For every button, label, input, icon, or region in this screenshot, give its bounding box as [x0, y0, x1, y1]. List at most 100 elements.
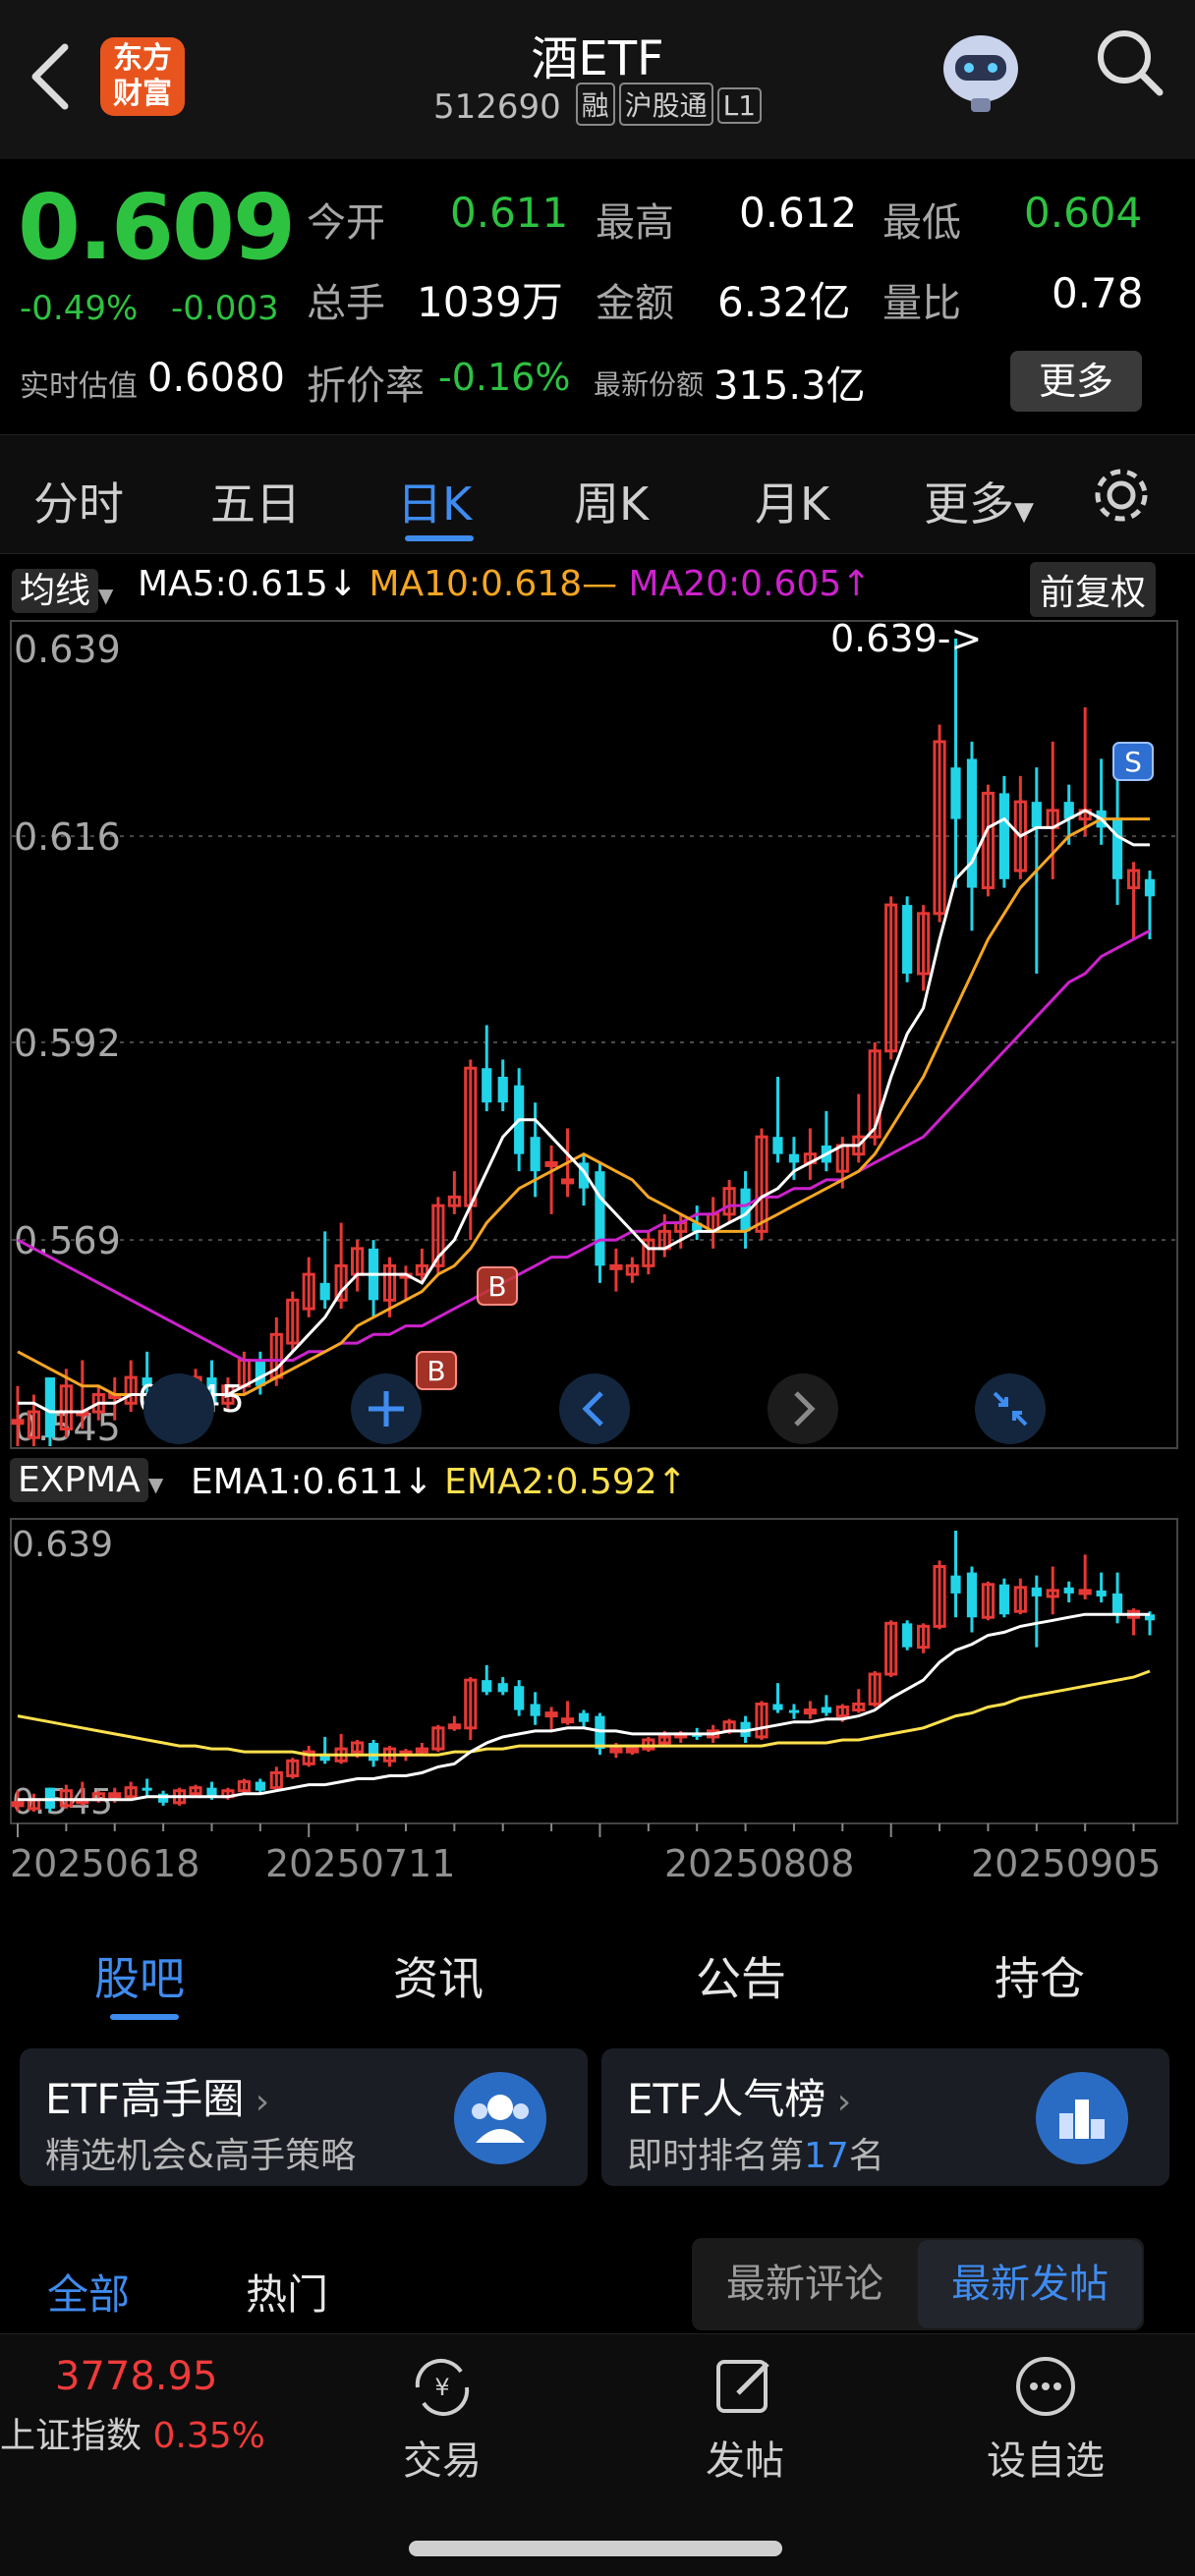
- chart-settings-button[interactable]: [1091, 465, 1152, 530]
- expma-indicator-selector[interactable]: EXPMA ▼: [10, 1458, 164, 1502]
- candle-body: [560, 1178, 575, 1185]
- max-marker-text: 0.639->: [830, 619, 982, 660]
- date-label-4: 20250905: [971, 1842, 1161, 1885]
- y-tick-label: 0.639: [14, 628, 121, 671]
- candle-body: [482, 1068, 492, 1103]
- change-amount: -0.003: [171, 289, 279, 328]
- filter-all[interactable]: 全部: [47, 2262, 130, 2322]
- trade-label: 交易: [403, 2438, 482, 2484]
- chevron-right-icon: ›: [244, 2082, 270, 2122]
- index-ticker[interactable]: 3778.95 上证指数 0.35%: [0, 2354, 285, 2458]
- search-button[interactable]: [1093, 26, 1167, 100]
- candle-body: [950, 767, 961, 819]
- trade-button[interactable]: ¥ 交易: [344, 2354, 541, 2486]
- sub-candle-body: [609, 1747, 623, 1754]
- robot-avatar-icon[interactable]: [932, 18, 1030, 116]
- expma-chart[interactable]: 0.639 0.545 20250618 20250711 20250808 2…: [0, 1517, 1195, 1920]
- home-indicator: [409, 2541, 782, 2556]
- candle-body: [319, 1282, 330, 1301]
- candle-body: [595, 1171, 605, 1266]
- index-value: 3778.95: [55, 2354, 218, 2399]
- tab-monthly-k[interactable]: 月K: [755, 469, 829, 533]
- sub-candle-body: [966, 1572, 978, 1618]
- change-percent: -0.49%: [20, 289, 139, 328]
- shares-label: 最新份额: [594, 368, 705, 401]
- shares-value: 315.3亿: [713, 364, 866, 409]
- ema1-value: EMA1:0.611: [191, 1462, 404, 1502]
- tab-announcements[interactable]: 公告: [696, 1943, 786, 2008]
- tab-weekly-k[interactable]: 周K: [574, 469, 649, 533]
- etf-ranking-subtitle: 即时排名第17名: [627, 2127, 884, 2178]
- chevron-right-icon: ›: [825, 2082, 852, 2122]
- period-tabs: 分时 五日 日K 周K 月K 更多▼: [0, 434, 1195, 554]
- iopv-label: 实时估值: [20, 369, 138, 404]
- tab-news[interactable]: 资讯: [393, 1943, 484, 2008]
- discount-value: -0.16%: [438, 356, 571, 399]
- filter-hot[interactable]: 热门: [246, 2262, 328, 2322]
- search-icon: [1098, 30, 1164, 96]
- max-marker: 0.639->: [830, 619, 982, 660]
- sub-candle-body: [1096, 1590, 1107, 1596]
- amount-label: 金额: [596, 281, 674, 326]
- adjust-button[interactable]: 前复权: [1030, 562, 1157, 617]
- tab-intraday[interactable]: 分时: [33, 469, 124, 533]
- tab-daily-k[interactable]: 日K: [397, 469, 472, 533]
- tab-five-day[interactable]: 五日: [210, 469, 301, 533]
- sub-candle-body: [142, 1787, 152, 1791]
- volume-value: 1039万: [417, 278, 563, 326]
- sell-signal[interactable]: S: [1112, 742, 1154, 781]
- iopv-value: 0.6080: [147, 356, 285, 401]
- sort-latest-comment[interactable]: 最新评论: [694, 2240, 916, 2328]
- candle-body: [788, 1153, 800, 1163]
- community-tab-indicator: [110, 2014, 179, 2020]
- ma10-value: MA10:0.618: [369, 564, 583, 604]
- more-quote-button[interactable]: 更多: [1010, 351, 1142, 412]
- date-label-1: 20250618: [10, 1842, 199, 1885]
- date-ticks: [17, 1823, 1135, 1837]
- post-label: 发帖: [706, 2438, 784, 2484]
- index-name: 上证指数: [0, 2416, 142, 2456]
- sort-latest-post[interactable]: 最新发帖: [918, 2240, 1142, 2328]
- y-tick-label: 0.592: [14, 1022, 121, 1065]
- sub-candle-body: [530, 1704, 541, 1716]
- add-watchlist-label: 设自选: [987, 2438, 1105, 2484]
- caret-down-icon: ▼: [147, 1473, 164, 1496]
- etf-expert-card[interactable]: ETF高手圈 › 精选机会&高手策略: [20, 2048, 588, 2186]
- margin-tag: 融: [575, 83, 615, 126]
- open-label: 今开: [307, 200, 385, 246]
- candle-body: [255, 1360, 265, 1386]
- ma-indicator-selector[interactable]: 均线 ▼: [12, 562, 113, 613]
- index-change-row: 上证指数 0.35%: [0, 2407, 285, 2458]
- sub-candle-body: [514, 1686, 525, 1710]
- sub-candle-body: [368, 1743, 379, 1762]
- candle-body: [772, 1137, 783, 1154]
- candle-body: [497, 1076, 508, 1103]
- etf-ranking-card[interactable]: ETF人气榜 › 即时排名第17名: [601, 2048, 1169, 2186]
- add-watchlist-button[interactable]: 设自选: [947, 2354, 1144, 2486]
- sub-candle-body: [1111, 1593, 1123, 1615]
- high-label: 最高: [596, 200, 674, 246]
- scroll-left-button[interactable]: [559, 1373, 630, 1444]
- collapse-button[interactable]: [975, 1373, 1046, 1444]
- buy-signal-2[interactable]: B: [416, 1351, 457, 1390]
- sub-candle-body: [950, 1575, 961, 1594]
- sub-candle-body: [544, 1711, 558, 1718]
- etf-expert-title: ETF高手圈 ›: [45, 2066, 269, 2126]
- post-button[interactable]: 发帖: [647, 2354, 843, 2486]
- tab-holdings[interactable]: 持仓: [995, 1943, 1085, 2008]
- sub-candle-body: [821, 1707, 831, 1713]
- kline-chart[interactable]: 0.6390.6160.5920.5690.545 0.639-> 0.545 …: [0, 619, 1195, 1452]
- tab-guba[interactable]: 股吧: [94, 1943, 185, 2008]
- y-tick-label: 0.616: [14, 815, 121, 859]
- edit-icon: [716, 2360, 769, 2413]
- kline-frame: [10, 620, 1178, 1449]
- tab-more[interactable]: 更多▼: [924, 469, 1034, 533]
- zoom-in-button[interactable]: [351, 1373, 422, 1444]
- scroll-right-button[interactable]: [768, 1373, 838, 1444]
- sub-candle-body: [255, 1781, 265, 1791]
- date-label-3: 20250808: [664, 1842, 854, 1885]
- buy-signal-1[interactable]: B: [477, 1266, 518, 1306]
- ma-indicator-label: 均线: [12, 569, 99, 613]
- ranking-suffix: 名: [848, 2136, 884, 2176]
- candle-body: [544, 1160, 558, 1167]
